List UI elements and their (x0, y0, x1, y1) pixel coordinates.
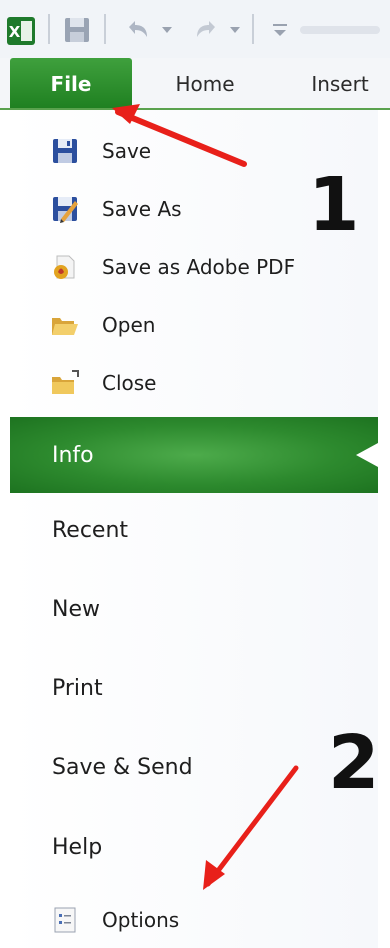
toolbar-separator (252, 14, 254, 44)
selection-notch (356, 443, 378, 467)
quick-access-toolbar: X (0, 0, 390, 58)
save-as-icon (50, 194, 80, 224)
tab-insert[interactable]: Insert (290, 58, 390, 110)
step-1-callout: 1 (308, 162, 360, 248)
blurred-title-area (300, 26, 380, 34)
toolbar-separator (104, 14, 106, 44)
tab-new[interactable]: New (52, 597, 100, 622)
save-icon (50, 136, 80, 166)
menu-open-label: Open (102, 313, 156, 337)
menu-save-as-pdf-label: Save as Adobe PDF (102, 255, 296, 279)
excel-logo-icon[interactable]: X (6, 16, 36, 46)
menu-save-as-pdf[interactable]: Save as Adobe PDF (10, 242, 378, 292)
tab-recent[interactable]: Recent (52, 518, 128, 543)
menu-options[interactable]: Options (10, 895, 378, 945)
svg-text:X: X (9, 23, 21, 41)
menu-close-label: Close (102, 371, 157, 395)
ribbon-tab-bar: File Home Insert (0, 58, 390, 110)
undo-dropdown-icon[interactable] (158, 20, 176, 40)
toolbar-separator (48, 14, 50, 44)
menu-save-label: Save (102, 139, 152, 163)
redo-dropdown-icon[interactable] (226, 20, 244, 40)
undo-icon[interactable] (120, 14, 156, 46)
info-label: Info (52, 442, 94, 468)
menu-close[interactable]: Close (10, 358, 378, 408)
customize-toolbar-icon[interactable] (268, 20, 292, 40)
menu-options-label: Options (102, 908, 180, 932)
redo-icon[interactable] (188, 14, 224, 46)
tab-home[interactable]: Home (160, 58, 250, 110)
step-2-callout: 2 (328, 720, 380, 806)
tab-file[interactable]: File (10, 58, 132, 110)
options-icon (50, 905, 80, 935)
close-folder-icon (50, 368, 80, 398)
tab-info-selected[interactable]: Info (10, 417, 378, 493)
tab-help[interactable]: Help (52, 835, 102, 860)
adobe-pdf-icon (50, 252, 80, 282)
tab-save-and-send[interactable]: Save & Send (52, 755, 193, 780)
menu-save-as-label: Save As (102, 197, 182, 221)
quick-save-icon[interactable] (60, 14, 94, 46)
tab-print[interactable]: Print (52, 676, 103, 701)
open-folder-icon (50, 310, 80, 340)
menu-open[interactable]: Open (10, 300, 378, 350)
